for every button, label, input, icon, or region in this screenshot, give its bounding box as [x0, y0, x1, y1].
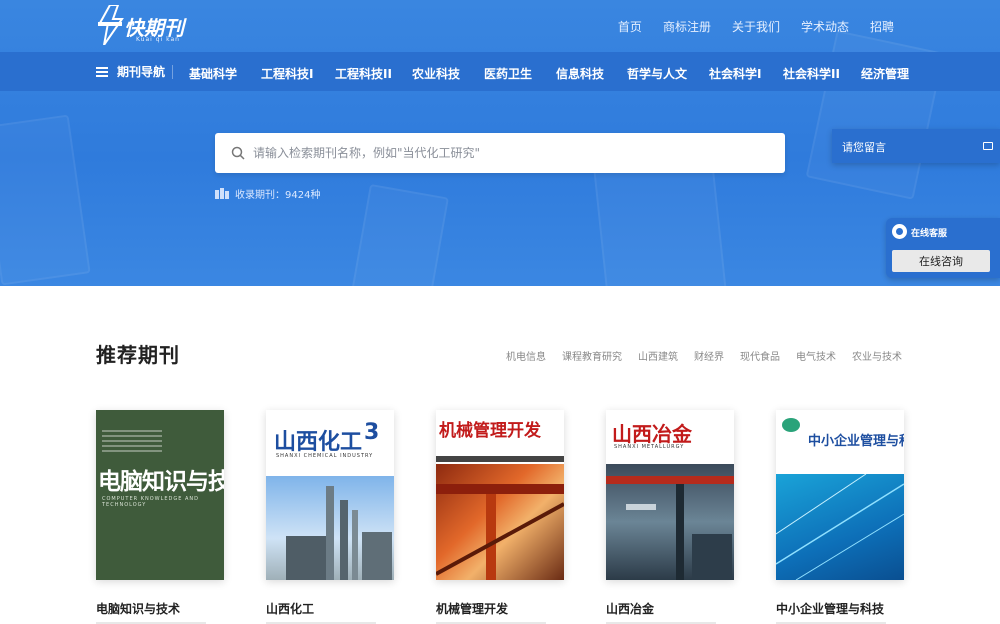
search-icon[interactable]	[231, 146, 245, 160]
tag-electric[interactable]: 电气技术	[796, 348, 836, 363]
top-link-jobs[interactable]: 招聘	[870, 18, 894, 35]
cover-title: 山西化工	[274, 429, 363, 455]
cover-title: 机械管理开发	[439, 421, 541, 441]
service-title: 在线客服	[911, 229, 948, 239]
publisher-logo-icon	[782, 418, 800, 432]
tag-jidian[interactable]: 机电信息	[506, 348, 546, 363]
decor-cover	[0, 114, 91, 286]
decor-cover	[593, 154, 727, 286]
journal-count: 收录期刊：9424种	[215, 186, 320, 201]
nav-item-philosophy[interactable]: 哲学与人文	[627, 65, 687, 82]
journal-cover[interactable]: 中小企业管理与科技	[776, 410, 904, 580]
cover-lines	[102, 430, 162, 455]
logo-subtext: Kuai qi kan	[136, 36, 180, 43]
tag-shanxi-jianzhu[interactable]: 山西建筑	[638, 348, 678, 363]
leave-message-widget[interactable]: 请您留言	[832, 129, 1000, 163]
nav-item-social-1[interactable]: 社会科学I	[709, 65, 761, 82]
cover-issue-number: 3	[364, 420, 380, 445]
refinery-image	[286, 486, 392, 580]
journal-cover[interactable]: 机械管理开发	[436, 410, 564, 580]
section-title: 推荐期刊	[96, 343, 180, 367]
tag-kecheng[interactable]: 课程教育研究	[562, 348, 622, 363]
journal-card[interactable]: 山西冶金 SHANXI METALLURGY 山西冶金	[606, 410, 734, 624]
cover-subtitle: COMPUTER KNOWLEDGE AND TECHNOLOGY	[102, 496, 200, 508]
tech-image	[776, 473, 904, 580]
journal-cover[interactable]: 电脑知识与技术 COMPUTER KNOWLEDGE AND TECHNOLOG…	[96, 410, 224, 580]
search-input[interactable]	[253, 133, 773, 173]
top-links: 首页 商标注册 关于我们 学术动态 招聘	[597, 18, 894, 35]
nav-item-agriculture[interactable]: 农业科技	[412, 65, 460, 82]
top-link-news[interactable]: 学术动态	[801, 18, 849, 35]
journal-card[interactable]: 中小企业管理与科技 中小企业管理与科技	[776, 410, 904, 624]
minimize-icon[interactable]	[983, 142, 993, 150]
nav-item-information[interactable]: 信息科技	[556, 65, 604, 82]
leave-message-label: 请您留言	[842, 141, 886, 154]
recommend-tags: 机电信息 课程教育研究 山西建筑 财经界 现代食品 电气技术 农业与技术	[490, 348, 902, 363]
journal-title[interactable]: 中小企业管理与科技	[776, 600, 976, 617]
category-navbar: 期刊导航 基础科学 工程科技I 工程科技II 农业科技 医药卫生 信息科技 哲学…	[0, 52, 1000, 91]
cover-subtitle: SHANXI CHEMICAL INDUSTRY	[276, 453, 374, 459]
nav-item-economics[interactable]: 经济管理	[861, 65, 909, 82]
journal-cover[interactable]: 山西冶金 SHANXI METALLURGY	[606, 410, 734, 580]
cover-subtitle: SHANXI METALLURGY	[614, 444, 685, 450]
books-icon	[215, 188, 229, 199]
tag-food[interactable]: 现代食品	[740, 348, 780, 363]
cover-image	[776, 473, 904, 580]
nav-item-social-2[interactable]: 社会科学II	[783, 65, 840, 82]
decor-cover	[351, 183, 449, 286]
top-bar: 快期刊 Kuai qi kan 首页 商标注册 关于我们 学术动态 招聘	[0, 0, 1000, 52]
tag-agriculture[interactable]: 农业与技术	[852, 348, 902, 363]
nav-item-medicine[interactable]: 医药卫生	[484, 65, 532, 82]
top-link-trademark[interactable]: 商标注册	[663, 18, 711, 35]
nav-item-basic-science[interactable]: 基础科学	[189, 65, 237, 82]
online-service-widget: 在线客服 在线咨询	[886, 218, 1000, 278]
tag-caijing[interactable]: 财经界	[694, 348, 724, 363]
journal-card[interactable]: 电脑知识与技术 COMPUTER KNOWLEDGE AND TECHNOLOG…	[96, 410, 224, 624]
service-icon	[892, 224, 907, 239]
journal-cover[interactable]: 山西化工 3 SHANXI CHEMICAL INDUSTRY	[266, 410, 394, 580]
cover-band	[436, 456, 564, 462]
cover-image	[436, 464, 564, 580]
journal-card[interactable]: 机械管理开发 机械管理开发	[436, 410, 564, 624]
journal-card[interactable]: 山西化工 3 SHANXI CHEMICAL INDUSTRY 山西化工	[266, 410, 394, 624]
cover-title: 中小企业管理与科技	[808, 434, 904, 449]
cover-title: 电脑知识与技术	[98, 468, 224, 495]
journal-count-text: 收录期刊：9424种	[235, 190, 321, 201]
cover-image	[266, 476, 394, 580]
site-logo[interactable]: 快期刊 Kuai qi kan	[96, 5, 186, 45]
search-box	[215, 133, 785, 173]
cover-image	[606, 464, 734, 580]
logo-mark-icon	[98, 5, 124, 45]
nav-items: 基础科学 工程科技I 工程科技II 农业科技 医药卫生 信息科技 哲学与人文 社…	[0, 52, 1000, 91]
cover-title: 山西冶金	[612, 422, 692, 446]
online-consult-button[interactable]: 在线咨询	[892, 250, 990, 272]
nav-item-engineering-1[interactable]: 工程科技I	[261, 65, 313, 82]
top-link-home[interactable]: 首页	[618, 18, 642, 35]
nav-item-engineering-2[interactable]: 工程科技II	[335, 65, 392, 82]
crane-image	[436, 484, 564, 580]
factory-image	[606, 476, 734, 580]
top-link-about[interactable]: 关于我们	[732, 18, 780, 35]
